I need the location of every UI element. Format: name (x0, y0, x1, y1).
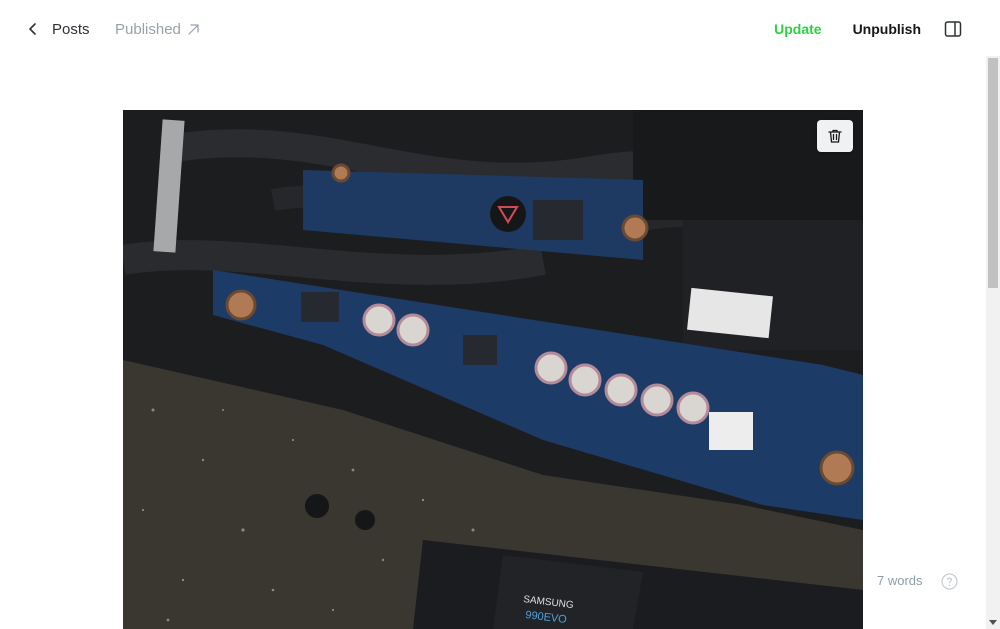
delete-image-button[interactable] (817, 120, 853, 152)
editor-header: Posts Published Update Unpublish (0, 0, 1000, 56)
word-count: 7 words (877, 573, 923, 588)
back-to-posts-link[interactable]: Posts (26, 18, 90, 40)
update-button[interactable]: Update (774, 21, 821, 37)
scroll-down-arrow-icon[interactable] (989, 620, 997, 625)
unpublish-button[interactable]: Unpublish (853, 21, 921, 37)
scrollbar-thumb[interactable] (988, 58, 998, 288)
arrow-up-right-icon (188, 23, 199, 35)
page-scrollbar[interactable] (986, 56, 1000, 629)
image-card[interactable]: SAMSUNG 990EVO (123, 110, 863, 629)
chevron-left-icon (29, 23, 36, 35)
trash-icon (828, 129, 842, 143)
feature-image: SAMSUNG 990EVO (123, 110, 863, 629)
post-status-link[interactable]: Published (115, 18, 200, 40)
sidebar-toggle-icon[interactable] (944, 20, 962, 38)
header-actions: Update Unpublish (774, 17, 962, 41)
back-label: Posts (52, 20, 90, 38)
question-circle-icon[interactable] (941, 573, 958, 590)
status-label: Published (115, 20, 181, 38)
